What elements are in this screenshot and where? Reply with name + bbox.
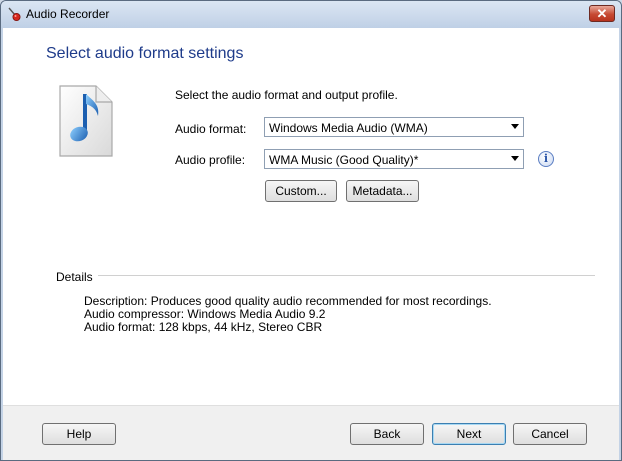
details-description: Description: Produces good quality audio… <box>84 294 492 308</box>
details-label: Details <box>56 270 93 284</box>
audio-format-label: Audio format: <box>175 122 247 136</box>
audio-file-music-icon <box>59 85 113 157</box>
wizard-content: Select audio format settings Select the … <box>3 28 619 405</box>
cancel-button[interactable]: Cancel <box>513 423 587 445</box>
help-button[interactable]: Help <box>42 423 116 445</box>
button-bar: Help Back Next Cancel <box>3 405 619 460</box>
title-bar[interactable]: Audio Recorder ✕ <box>1 1 621 28</box>
audio-format-dropdown[interactable]: Windows Media Audio (WMA) <box>264 117 524 137</box>
details-format: Audio format: 128 kbps, 44 kHz, Stereo C… <box>84 320 323 334</box>
close-icon: ✕ <box>596 6 608 21</box>
audio-recorder-window: Audio Recorder ✕ Select audio format set… <box>0 0 622 461</box>
audio-recorder-app-icon <box>8 7 21 21</box>
chevron-down-icon <box>511 156 519 161</box>
back-button[interactable]: Back <box>350 423 424 445</box>
audio-profile-value: WMA Music (Good Quality)* <box>269 153 419 167</box>
close-button[interactable]: ✕ <box>589 5 615 22</box>
next-button[interactable]: Next <box>432 423 506 445</box>
details-compressor: Audio compressor: Windows Media Audio 9.… <box>84 307 326 321</box>
audio-profile-dropdown[interactable]: WMA Music (Good Quality)* <box>264 149 524 169</box>
audio-profile-label: Audio profile: <box>175 153 246 167</box>
details-divider <box>98 275 595 276</box>
intro-text: Select the audio format and output profi… <box>175 88 398 102</box>
custom-button[interactable]: Custom... <box>265 180 337 202</box>
audio-format-value: Windows Media Audio (WMA) <box>269 121 428 135</box>
window-title: Audio Recorder <box>26 7 110 21</box>
metadata-button[interactable]: Metadata... <box>346 180 419 202</box>
page-title: Select audio format settings <box>46 45 244 62</box>
info-icon[interactable]: i <box>538 151 554 167</box>
chevron-down-icon <box>511 124 519 129</box>
